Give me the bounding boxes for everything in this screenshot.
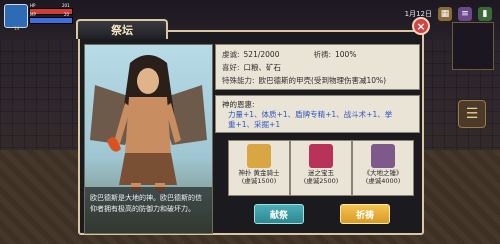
piety-label: 虔诚: [222,50,240,59]
offering-name: 神扑 黄金骑士 [238,169,280,177]
special-ability-value: 欧巴德斯的甲壳(受到物理伤害减10%) [258,76,387,85]
menu-icon[interactable]: ☰ [458,100,486,128]
player-level: 14 [14,26,20,31]
close-button[interactable]: × [412,17,430,35]
mp-value: 20 [64,12,70,17]
blessing-title: 神的恩惠: [222,100,255,109]
battery-icon: ▮ [478,7,492,21]
offering-name: 《大地之锤》 [363,169,403,177]
prayer-value: 100% [335,50,357,59]
player-status-hud: HP 201 MP 20 14 [4,3,74,31]
blessing-panel: 神的恩惠: 力量+1、体质+1、盾牌专精+1、战斗术+1、挙 重+1、采掘+1 [215,95,420,133]
piety-value: 521/2000 [243,50,280,59]
hp-value: 201 [62,3,70,8]
prayer-label: 祈祷: [313,50,331,59]
mp-bar-fill [30,18,72,23]
minimap[interactable] [452,22,494,70]
calendar-icon[interactable]: ▦ [438,7,452,21]
offering-cost: (虔诚2500) [303,177,339,185]
blessing-line-1: 力量+1、体质+1、盾牌专精+1、战斗术+1、挙 [228,110,393,119]
special-ability-label: 特殊能力: [222,76,255,85]
offering-cost: (虔诚1500) [241,177,277,185]
likes-value: 口粮、矿石 [243,63,282,72]
offering-mystery-gem[interactable]: 迷之宝玉 (虔诚2500) [290,140,352,196]
dialog-title: 祭坛 [76,19,168,39]
sacrifice-button[interactable]: 献祭 [254,204,304,224]
offering-earth-hammer[interactable]: 《大地之锤》 (虔诚4000) [352,140,414,196]
altar-stats-panel: 虔诚: 521/2000 祈祷: 100% 喜好: 口粮、矿石 特殊能力: 欧巴… [215,44,420,90]
offering-gold-knight[interactable]: 神扑 黄金骑士 (虔诚1500) [228,140,290,196]
mp-bar [29,17,73,24]
earth-hammer-icon [371,144,395,168]
book-icon[interactable]: ≡ [458,7,472,21]
offering-cost: (虔诚4000) [365,177,401,185]
red-gem-icon [309,144,333,168]
god-description: 欧巴德斯是大地的神。欧巴德斯的信仰者拥有极高的防御力和破坏力。 [85,187,212,233]
offering-name: 迷之宝玉 [308,169,334,177]
player-avatar[interactable] [4,4,28,28]
likes-label: 喜好: [222,63,240,72]
blessing-line-2: 重+1、采掘+1 [228,120,281,129]
god-portrait: 欧巴德斯是大地的神。欧巴德斯的信仰者拥有极高的防御力和破坏力。 [84,44,213,234]
pray-button[interactable]: 祈祷 [340,204,390,224]
gold-knight-icon [247,144,271,168]
